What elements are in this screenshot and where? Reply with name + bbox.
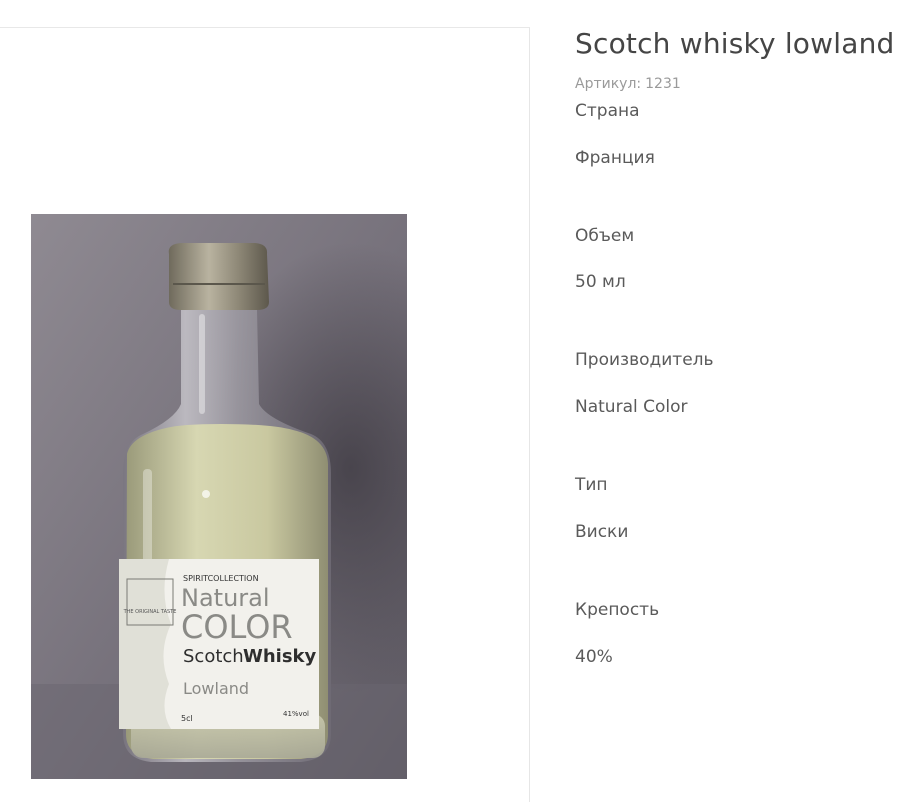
- property-value-country: Франция: [575, 148, 655, 168]
- property-value-type: Виски: [575, 522, 629, 542]
- sku-value: 1231: [645, 76, 681, 92]
- property-value-manufacturer: Natural Color: [575, 397, 688, 417]
- label-badge-text: THE ORIGINAL TASTE: [123, 609, 177, 615]
- product-image[interactable]: THE ORIGINAL TASTE SPIRITCOLLECTION Natu…: [31, 214, 407, 779]
- property-value-strength: 40%: [575, 647, 613, 667]
- whisky-bottle-photo: THE ORIGINAL TASTE SPIRITCOLLECTION Natu…: [31, 214, 407, 779]
- label-region: Lowland: [183, 679, 249, 698]
- label-series-text: SPIRITCOLLECTION: [183, 574, 259, 583]
- product-gallery: THE ORIGINAL TASTE SPIRITCOLLECTION Natu…: [0, 28, 530, 802]
- label-abv: 41%vol: [283, 710, 309, 718]
- product-info: Scotch whisky lowland Артикул: 1231 Стран…: [575, 26, 915, 667]
- property-label-manufacturer: Производитель: [575, 350, 714, 370]
- label-product-a: Scotch: [183, 646, 244, 667]
- property-label-type: Тип: [575, 475, 608, 495]
- property-label-country: Страна: [575, 101, 640, 121]
- sku-line: Артикул: 1231: [575, 76, 681, 92]
- sku-label: Артикул:: [575, 76, 642, 92]
- property-label-volume: Объем: [575, 226, 635, 246]
- property-label-strength: Крепость: [575, 600, 660, 620]
- product-title: Scotch whisky lowland: [575, 27, 895, 60]
- label-volume: 5cl: [181, 714, 193, 723]
- property-value-volume: 50 мл: [575, 272, 626, 292]
- label-brand-line2: COLOR: [181, 608, 293, 646]
- label-product-b: Whisky: [243, 646, 317, 667]
